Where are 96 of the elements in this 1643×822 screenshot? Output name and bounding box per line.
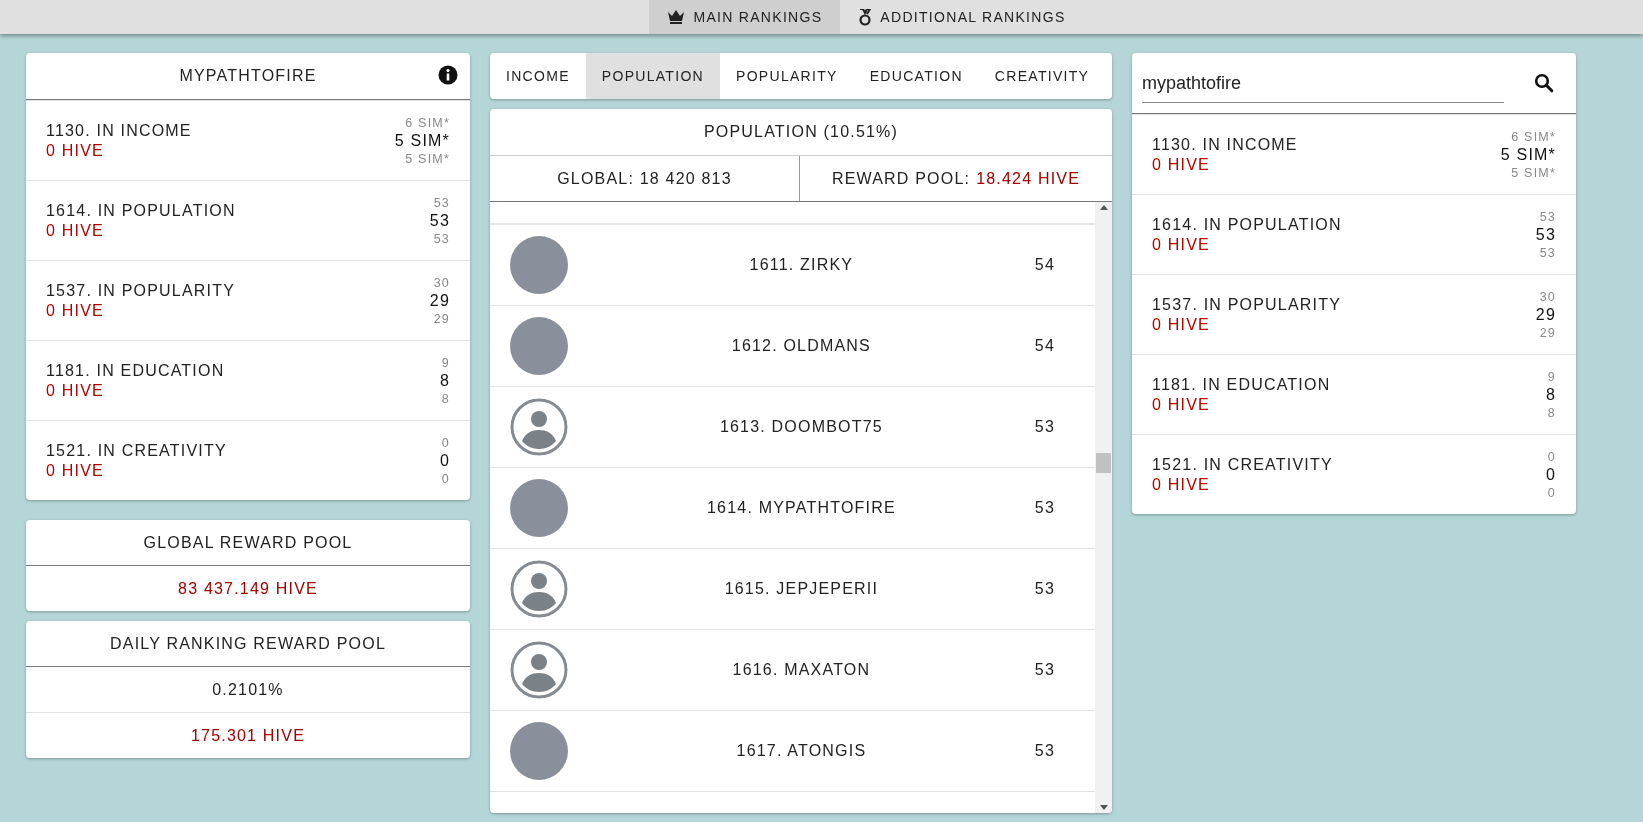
upper-value: 0 [1547,448,1556,465]
current-value: 29 [1535,304,1556,325]
current-value: 29 [429,290,450,311]
upper-value: 30 [433,274,450,291]
current-value: 0 [1545,464,1556,485]
user-icon [510,641,568,699]
upper-value: 9 [1547,368,1556,385]
rank-label: 1521. IN CREATIVITY [1152,455,1333,474]
reward-amount: 0 HIVE [46,301,105,320]
score: 53 [1034,499,1055,517]
category-tab[interactable]: EDUCATION [853,53,979,99]
upper-value: 0 [441,434,450,451]
pool-value: 0.2101% [212,680,284,699]
photo-placeholder [510,479,568,537]
current-value: 53 [429,210,450,231]
pool-value: 83 437.149 HIVE [178,579,318,598]
upper-value: 9 [441,354,450,371]
current-value: 53 [1535,224,1556,245]
scroll-down-icon[interactable] [1099,805,1108,810]
user-name: 1615. JEPJEPERII [723,580,880,598]
user-name: 1617. ATONGIS [735,742,868,760]
photo-placeholder [510,722,568,780]
current-value: 8 [439,370,450,391]
scrollbar-thumb[interactable] [1096,452,1111,473]
user-name: 1611. ZIRKY [748,256,855,274]
current-value: 0 [439,450,450,471]
lower-value: 0 [441,470,450,487]
lower-value: 0 [1547,484,1556,501]
upper-value: 30 [1539,288,1556,305]
reward-amount: 0 HIVE [1152,155,1211,174]
score: 53 [1034,742,1055,760]
lower-value: 8 [1547,404,1556,421]
rank-label: 1537. IN POPULARITY [46,281,236,300]
ranking-title: POPULATION (10.51%) [703,123,899,141]
nav-tab[interactable]: MAIN RANKINGS [649,0,841,34]
upper-value: 6 SIM* [405,114,450,131]
category-tab[interactable]: CREATIVITY [978,53,1106,99]
lower-value: 8 [441,390,450,407]
search-icon[interactable] [1534,73,1554,93]
rank-label: 1181. IN EDUCATION [46,361,225,380]
lower-value: 5 SIM* [1511,164,1556,181]
scrollbar[interactable] [1095,202,1112,813]
reward-amount: 0 HIVE [1152,475,1211,494]
pool-value: 175.301 HIVE [191,726,305,745]
rank-label: 1614. IN POPULATION [1152,215,1342,234]
rank-label: 1614. IN POPULATION [46,201,236,220]
reward-amount: 0 HIVE [46,141,105,160]
rank-label: 1130. IN INCOME [1152,135,1298,154]
category-tab[interactable]: POPULATION [585,53,720,99]
reward-pool-value: 18.424 HIVE [976,169,1081,188]
score: 53 [1034,661,1055,679]
score: 54 [1034,337,1055,355]
upper-value: 53 [1539,208,1556,225]
user-name: 1614. MYPATHTOFIRE [706,499,897,517]
score: 53 [1034,580,1055,598]
rank-label: 1181. IN EDUCATION [1152,375,1331,394]
rank-label: 1521. IN CREATIVITY [46,441,227,460]
scroll-up-icon[interactable] [1099,205,1108,210]
lower-value: 53 [1539,244,1556,261]
reward-amount: 0 HIVE [1152,235,1211,254]
lower-value: 5 SIM* [405,150,450,167]
user-icon [510,398,568,456]
score: 54 [1034,256,1055,274]
lower-value: 29 [1539,324,1556,341]
category-tab[interactable]: INCOME [490,53,586,99]
user-name: 1616. MAXATON [731,661,872,679]
rank-label: 1537. IN POPULARITY [1152,295,1342,314]
user-name: 1613. DOOMBOT75 [718,418,884,436]
reward-amount: 0 HIVE [46,221,105,240]
pool-title: GLOBAL REWARD POOL [143,533,353,552]
global-total: GLOBAL: 18 420 813 [557,169,732,188]
rank-label: 1130. IN INCOME [46,121,192,140]
pool-title: DAILY RANKING REWARD POOL [110,634,386,653]
reward-amount: 0 HIVE [46,461,105,480]
current-value: 5 SIM* [1500,144,1556,165]
lower-value: 29 [433,310,450,327]
lower-value: 53 [433,230,450,247]
reward-amount: 0 HIVE [46,381,105,400]
photo-placeholder [510,317,568,375]
category-tab[interactable]: POPULARITY [720,53,854,99]
photo-placeholder [510,236,568,294]
score: 53 [1034,418,1055,436]
current-value: 5 SIM* [394,130,450,151]
crown-icon [667,9,686,25]
reward-pool-label: REWARD POOL: [831,169,971,188]
upper-value: 53 [433,194,450,211]
upper-value: 6 SIM* [1511,128,1556,145]
reward-amount: 0 HIVE [1152,395,1211,414]
medal-icon [858,8,873,26]
user-icon [510,560,568,618]
card-title: MYPATHTOFIRE [179,67,317,85]
reward-amount: 0 HIVE [1152,315,1211,334]
info-icon[interactable] [438,65,458,85]
user-name: 1612. OLDMANS [730,337,872,355]
current-value: 8 [1545,384,1556,405]
nav-tab[interactable]: ADDITIONAL RANKINGS [840,0,1084,34]
